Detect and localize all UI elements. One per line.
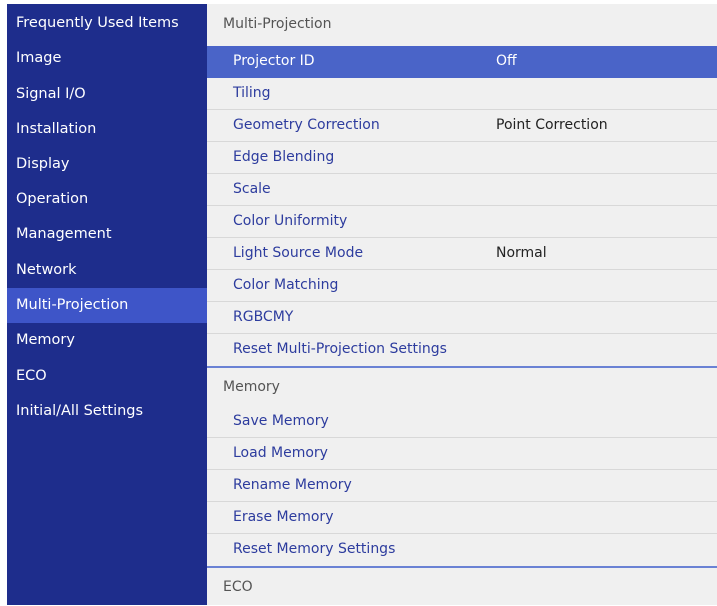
sidebar-item-multi-projection[interactable]: Multi-Projection [7,288,207,323]
sidebar-item-network[interactable]: Network [7,253,207,288]
menu-item-label: Projector ID [233,53,315,69]
sidebar-item-memory[interactable]: Memory [7,323,207,358]
sidebar: Frequently Used Items Image Signal I/O I… [7,4,207,605]
menu-item-label: Color Matching [233,277,339,293]
menu-item-projector-id[interactable]: Projector ID Off [207,46,717,78]
menu-item-edge-blending[interactable]: Edge Blending [207,142,717,174]
section-header-multi-projection: Multi-Projection [223,16,332,32]
menu-item-label: Light Source Mode [233,245,364,261]
menu-item-rename-memory[interactable]: Rename Memory [207,470,717,502]
menu-item-label: Erase Memory [233,509,334,525]
menu-item-label: Scale [233,181,271,197]
menu-item-color-matching[interactable]: Color Matching [207,270,717,302]
sidebar-item-display[interactable]: Display [7,147,207,182]
menu-item-label: RGBCMY [233,309,294,325]
menu-item-reset-multi-projection-settings[interactable]: Reset Multi-Projection Settings [207,334,717,366]
menu-item-light-source-mode[interactable]: Light Source Mode Normal [207,238,717,270]
menu-item-label: Load Memory [233,445,328,461]
menu-item-value: Normal [496,245,547,261]
menu-item-geometry-correction[interactable]: Geometry Correction Point Correction [207,110,717,142]
menu-item-rgbcmy[interactable]: RGBCMY [207,302,717,334]
menu-item-label: Color Uniformity [233,213,348,229]
sidebar-item-operation[interactable]: Operation [7,182,207,217]
menu-item-color-uniformity[interactable]: Color Uniformity [207,206,717,238]
menu-item-erase-memory[interactable]: Erase Memory [207,502,717,534]
sidebar-item-frequently-used-items[interactable]: Frequently Used Items [7,6,207,41]
menu-item-load-memory[interactable]: Load Memory [207,438,717,470]
menu-item-save-memory[interactable]: Save Memory [207,406,717,438]
menu-item-label: Reset Multi-Projection Settings [233,341,447,357]
projector-menu: Frequently Used Items Image Signal I/O I… [7,4,717,605]
menu-item-scale[interactable]: Scale [207,174,717,206]
menu-item-value: Off [496,53,517,69]
sidebar-item-management[interactable]: Management [7,217,207,252]
menu-item-tiling[interactable]: Tiling [207,78,717,110]
menu-item-label: Reset Memory Settings [233,541,396,557]
menu-item-label: Geometry Correction [233,117,380,133]
settings-panel: Multi-Projection Projector ID Off Tiling… [207,4,717,605]
sidebar-item-eco[interactable]: ECO [7,359,207,394]
sidebar-item-installation[interactable]: Installation [7,112,207,147]
menu-item-label: Save Memory [233,413,329,429]
menu-item-value: Point Correction [496,117,608,133]
sidebar-item-image[interactable]: Image [7,41,207,76]
sidebar-item-signal-io[interactable]: Signal I/O [7,77,207,112]
menu-item-label: Rename Memory [233,477,352,493]
menu-item-reset-memory-settings[interactable]: Reset Memory Settings [207,534,717,566]
section-header-memory: Memory [223,379,280,395]
section-header-eco: ECO [223,579,253,595]
menu-item-label: Tiling [233,85,271,101]
sidebar-item-initial-all-settings[interactable]: Initial/All Settings [7,394,207,429]
menu-item-label: Edge Blending [233,149,335,165]
